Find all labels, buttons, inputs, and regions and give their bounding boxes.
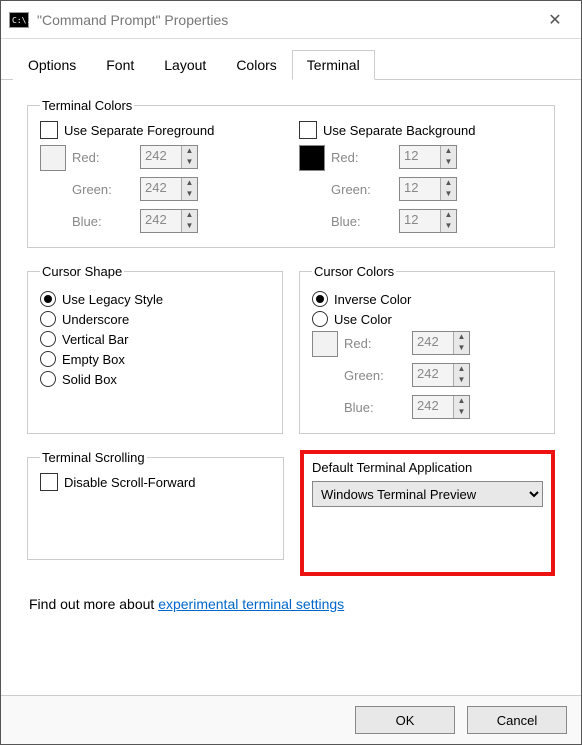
chevron-down-icon: ▼ xyxy=(182,157,197,168)
lbl-bg-blue: Blue: xyxy=(331,214,391,229)
spin-fg-red[interactable]: 242▲▼ xyxy=(140,145,198,169)
lbl-separate-fg: Use Separate Foreground xyxy=(64,123,214,138)
lbl-cursor-blue: Blue: xyxy=(344,400,404,415)
lbl-fg-blue: Blue: xyxy=(72,214,132,229)
legend-cursor-colors: Cursor Colors xyxy=(312,264,396,279)
titlebar: C:\. "Command Prompt" Properties ✕ xyxy=(1,1,581,39)
legend-cursor-shape: Cursor Shape xyxy=(40,264,124,279)
radio-use-color[interactable] xyxy=(312,311,328,327)
spin-bg-green[interactable]: 12▲▼ xyxy=(399,177,457,201)
fg-column: Use Separate Foreground Red: 242▲▼ Green… xyxy=(40,121,283,233)
spin-cursor-blue[interactable]: 242▲▼ xyxy=(412,395,470,419)
tab-content: Terminal Colors Use Separate Foreground … xyxy=(1,80,581,695)
legend-default-terminal: Default Terminal Application xyxy=(312,460,543,475)
lbl-underscore: Underscore xyxy=(62,312,129,327)
combo-default-terminal[interactable]: Windows Terminal Preview xyxy=(312,481,543,507)
spin-fg-blue[interactable]: 242▲▼ xyxy=(140,209,198,233)
lbl-separate-bg: Use Separate Background xyxy=(323,123,475,138)
swatch-cursor[interactable] xyxy=(312,331,338,357)
link-experimental-settings[interactable]: experimental terminal settings xyxy=(158,596,344,612)
lbl-use-color: Use Color xyxy=(334,312,392,327)
window-title: "Command Prompt" Properties xyxy=(37,12,533,28)
radio-solid-box[interactable] xyxy=(40,371,56,387)
lbl-cursor-green: Green: xyxy=(344,368,404,383)
swatch-fg[interactable] xyxy=(40,145,66,171)
chevron-up-icon: ▲ xyxy=(182,146,197,157)
group-cursor-shape: Cursor Shape Use Legacy Style Underscore… xyxy=(27,264,283,434)
radio-inverse-color[interactable] xyxy=(312,291,328,307)
close-icon[interactable]: ✕ xyxy=(533,5,577,35)
radio-underscore[interactable] xyxy=(40,311,56,327)
lbl-vertical-bar: Vertical Bar xyxy=(62,332,128,347)
tab-colors[interactable]: Colors xyxy=(221,50,291,80)
chk-separate-fg[interactable] xyxy=(40,121,58,139)
dialog-footer: OK Cancel xyxy=(1,695,581,744)
lbl-disable-scroll-forward: Disable Scroll-Forward xyxy=(64,475,195,490)
legend-terminal-colors: Terminal Colors xyxy=(40,98,134,113)
lbl-legacy: Use Legacy Style xyxy=(62,292,163,307)
link-prefix: Find out more about xyxy=(29,596,158,612)
chk-disable-scroll-forward[interactable] xyxy=(40,473,58,491)
group-terminal-scrolling: Terminal Scrolling Disable Scroll-Forwar… xyxy=(27,450,284,560)
lbl-bg-red: Red: xyxy=(331,150,391,165)
cancel-button[interactable]: Cancel xyxy=(467,706,567,734)
lbl-solid-box: Solid Box xyxy=(62,372,117,387)
group-default-terminal: Default Terminal Application Windows Ter… xyxy=(312,460,543,507)
highlight-default-terminal: Default Terminal Application Windows Ter… xyxy=(300,450,555,576)
spin-bg-red[interactable]: 12▲▼ xyxy=(399,145,457,169)
spin-bg-blue[interactable]: 12▲▼ xyxy=(399,209,457,233)
tab-strip: Options Font Layout Colors Terminal xyxy=(1,39,581,80)
ok-button[interactable]: OK xyxy=(355,706,455,734)
chk-separate-bg[interactable] xyxy=(299,121,317,139)
spin-fg-green[interactable]: 242▲▼ xyxy=(140,177,198,201)
spin-cursor-red[interactable]: 242▲▼ xyxy=(412,331,470,355)
radio-vertical-bar[interactable] xyxy=(40,331,56,347)
swatch-bg[interactable] xyxy=(299,145,325,171)
lbl-bg-green: Green: xyxy=(331,182,391,197)
group-terminal-colors: Terminal Colors Use Separate Foreground … xyxy=(27,98,555,248)
lbl-inverse-color: Inverse Color xyxy=(334,292,411,307)
properties-window: C:\. "Command Prompt" Properties ✕ Optio… xyxy=(0,0,582,745)
lbl-empty-box: Empty Box xyxy=(62,352,125,367)
app-icon: C:\. xyxy=(9,12,29,28)
tab-options[interactable]: Options xyxy=(13,50,91,80)
bg-column: Use Separate Background Red: 12▲▼ Green:… xyxy=(299,121,542,233)
legend-scrolling: Terminal Scrolling xyxy=(40,450,147,465)
tab-font[interactable]: Font xyxy=(91,50,149,80)
tab-terminal[interactable]: Terminal xyxy=(292,50,375,80)
group-cursor-colors: Cursor Colors Inverse Color Use Color Re… xyxy=(299,264,555,434)
lbl-fg-green: Green: xyxy=(72,182,132,197)
lbl-cursor-red: Red: xyxy=(344,336,404,351)
lbl-fg-red: Red: xyxy=(72,150,132,165)
radio-legacy[interactable] xyxy=(40,291,56,307)
link-line: Find out more about experimental termina… xyxy=(29,596,553,612)
tab-layout[interactable]: Layout xyxy=(149,50,221,80)
radio-empty-box[interactable] xyxy=(40,351,56,367)
spin-cursor-green[interactable]: 242▲▼ xyxy=(412,363,470,387)
